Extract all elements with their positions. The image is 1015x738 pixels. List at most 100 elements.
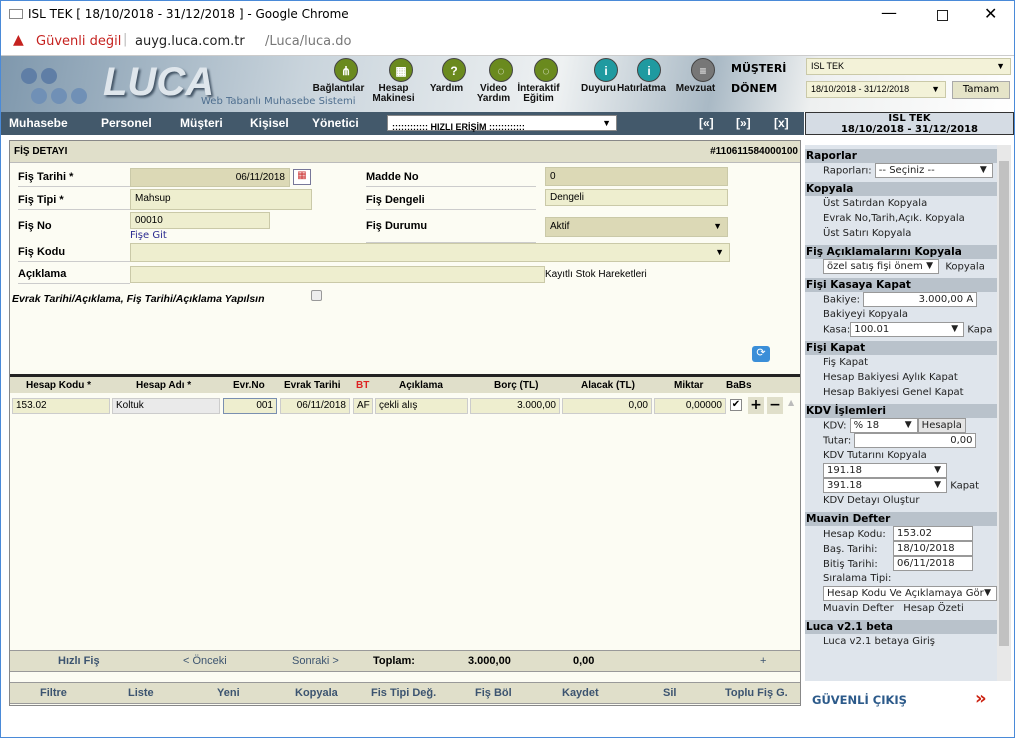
aciklama-cell[interactable]: çekli alış bbox=[375, 398, 468, 414]
raporlar-header: Raporlar bbox=[805, 149, 997, 163]
remove-row-icon[interactable]: − bbox=[767, 397, 783, 414]
donem-label: DÖNEM bbox=[731, 82, 778, 95]
hesapla-button[interactable]: Hesapla bbox=[917, 418, 966, 433]
panel-scrollbar[interactable] bbox=[997, 145, 1011, 681]
tutar-input[interactable]: 0,00 bbox=[854, 433, 977, 448]
toolbar-hatırlatma-button[interactable]: i Hatırlatma bbox=[617, 58, 669, 94]
donem-select[interactable]: 18/10/2018 - 31/12/2018 bbox=[806, 81, 946, 98]
hesap-kodu-cell[interactable]: 153.02 bbox=[12, 398, 110, 414]
share-icon: ⋔ bbox=[334, 58, 358, 82]
kayitli-stok-link[interactable]: Kayıtlı Stok Hareketleri bbox=[545, 269, 647, 280]
aciklama-input[interactable] bbox=[130, 266, 545, 283]
toolbar-i̇nteraktif-eğitim-button[interactable]: ◌ İnteraktif Eğitim bbox=[517, 58, 566, 104]
hesap-ozeti-link[interactable]: Hesap Özeti bbox=[903, 603, 964, 614]
kasa-select[interactable]: 100.01 bbox=[850, 322, 965, 337]
nav-yonetici[interactable]: Yönetici bbox=[312, 116, 359, 130]
kdv-select[interactable]: % 18 bbox=[849, 418, 918, 433]
close-icon[interactable]: ✕ bbox=[984, 4, 997, 23]
muavin-bitis-tarihi-input[interactable]: 06/11/2018 bbox=[893, 556, 973, 571]
sonraki-button[interactable]: Sonraki > bbox=[292, 655, 339, 667]
kdv-account-2-select[interactable]: 391.18 bbox=[823, 478, 947, 493]
fis-kodu-select[interactable] bbox=[130, 243, 730, 262]
quick-access-select[interactable]: :::::::::::: HIZLI ERİŞİM :::::::::::: bbox=[387, 115, 617, 132]
raporlar-select[interactable]: -- Seçiniz -- bbox=[874, 163, 993, 178]
bakiye-input[interactable]: 3.000,00 A bbox=[863, 292, 978, 307]
bakiye-kopyala[interactable]: Bakiyeyi Kopyala bbox=[805, 307, 997, 322]
aylik-kapat[interactable]: Hesap Bakiyesi Aylık Kapat bbox=[805, 370, 997, 385]
logout-arrow-icon[interactable]: » bbox=[975, 688, 987, 709]
fis-no-input[interactable]: 00010 bbox=[130, 212, 270, 229]
hesap-adi-cell[interactable]: Koltuk bbox=[112, 398, 220, 414]
musteri-select[interactable]: ISL TEK bbox=[806, 58, 1011, 75]
address-bar[interactable]: ▲ Güvenli değil | auyg.luca.com.tr /Luca… bbox=[1, 29, 1014, 56]
side-panel: Raporlar Raporları: -- Seçiniz -- Kopyal… bbox=[805, 145, 997, 681]
fise-git-link[interactable]: Fişe Git bbox=[130, 230, 167, 241]
chat-icon: ◌ bbox=[534, 58, 558, 82]
kdv-account-1-select[interactable]: 191.18 bbox=[823, 463, 947, 478]
action-toplu-fiş-g--button[interactable]: Toplu Fiş G. bbox=[725, 687, 788, 699]
muavin-bas-tarihi-input[interactable]: 18/10/2018 bbox=[893, 541, 973, 556]
kopyala-evrak[interactable]: Evrak No,Tarih,Açık. Kopyala bbox=[805, 211, 997, 226]
section-header: FİŞ DETAYI #110611584000100 bbox=[10, 141, 800, 163]
minimize-icon[interactable]: — bbox=[881, 3, 897, 22]
fis-number: #110611584000100 bbox=[710, 146, 798, 157]
close-tab-button[interactable]: [x] bbox=[774, 116, 789, 130]
aciklama-kopyala-button[interactable]: Kopyala bbox=[945, 262, 984, 273]
fis-tarihi-input[interactable]: 06/11/2018 bbox=[130, 168, 290, 187]
prev-button[interactable]: [«] bbox=[699, 116, 714, 130]
add-icon[interactable]: + bbox=[760, 655, 766, 667]
action-filtre-button[interactable]: Filtre bbox=[40, 687, 67, 699]
scroll-up-icon[interactable]: ▲ bbox=[788, 398, 794, 407]
kopyala-ust-satiri[interactable]: Üst Satırı Kopyala bbox=[805, 226, 997, 241]
next-button[interactable]: [»] bbox=[736, 116, 751, 130]
nav-kisisel[interactable]: Kişisel bbox=[250, 116, 289, 130]
kopyala-ust-satirdan[interactable]: Üst Satırdan Kopyala bbox=[805, 196, 997, 211]
kasa-header: Fişi Kasaya Kapat bbox=[805, 278, 997, 292]
kdv-kopyala[interactable]: KDV Tutarını Kopyala bbox=[805, 448, 997, 463]
action-yeni-button[interactable]: Yeni bbox=[217, 687, 240, 699]
nav-personel[interactable]: Personel bbox=[101, 116, 152, 130]
borc-cell[interactable]: 3.000,00 bbox=[470, 398, 560, 414]
beta-link[interactable]: Luca v2.1 betaya Giriş bbox=[805, 634, 997, 649]
kasa-kapat-button[interactable]: Kapa bbox=[967, 325, 992, 336]
miktar-cell[interactable]: 0,00000 bbox=[654, 398, 726, 414]
action-fis-tipi-değ--button[interactable]: Fis Tipi Değ. bbox=[371, 687, 436, 699]
evr-no-cell[interactable]: 001 bbox=[223, 398, 277, 414]
alacak-cell[interactable]: 0,00 bbox=[562, 398, 652, 414]
fis-kapat[interactable]: Fiş Kapat bbox=[805, 355, 997, 370]
nav-musteri[interactable]: Müşteri bbox=[180, 116, 223, 130]
logout-link[interactable]: GÜVENLİ ÇIKIŞ bbox=[812, 693, 907, 707]
action-kaydet-button[interactable]: Kaydet bbox=[562, 687, 599, 699]
toolbar-mevzuat-button[interactable]: ≡ Mevzuat bbox=[676, 58, 723, 94]
kdv-kapat-button[interactable]: Kapat bbox=[950, 481, 979, 492]
aciklama-select[interactable]: özel satış fişi önem bbox=[823, 259, 939, 274]
toolbar-hesap-makinesi-button[interactable]: ▦ Hesap Makinesi bbox=[372, 58, 421, 104]
tamam-button[interactable]: Tamam bbox=[952, 81, 1010, 99]
fis-kodu-label: Fiş Kodu bbox=[18, 246, 130, 262]
kdv-detay[interactable]: KDV Detayı Oluştur bbox=[805, 493, 997, 508]
company-period-box: ISL TEK 18/10/2018 - 31/12/2018 bbox=[805, 112, 1014, 135]
siralama-select[interactable]: Hesap Kodu Ve Açıklamaya Gör bbox=[823, 586, 997, 601]
toolbar-bağlantılar-button[interactable]: ⋔ Bağlantılar bbox=[313, 58, 366, 94]
evrak-tarihi-cell[interactable]: 06/11/2018 bbox=[280, 398, 350, 414]
fis-tipi-input[interactable]: Mahsup bbox=[130, 189, 312, 210]
action-fiş-böl-button[interactable]: Fiş Böl bbox=[475, 687, 512, 699]
muavin-defter-link[interactable]: Muavin Defter bbox=[823, 603, 894, 614]
action-liste-button[interactable]: Liste bbox=[128, 687, 154, 699]
genel-kapat[interactable]: Hesap Bakiyesi Genel Kapat bbox=[805, 385, 997, 400]
hizli-fis-button[interactable]: Hızlı Fiş bbox=[58, 655, 100, 667]
evrak-checkbox[interactable] bbox=[311, 290, 322, 301]
nav-muhasebe[interactable]: Muhasebe bbox=[9, 116, 68, 130]
fis-detail-panel: FİŞ DETAYI #110611584000100 Fiş Tarihi * … bbox=[9, 140, 801, 706]
babs-checkbox[interactable]: ✔ bbox=[730, 399, 742, 411]
calendar-icon[interactable]: ▦ bbox=[293, 169, 311, 185]
action-sil-button[interactable]: Sil bbox=[663, 687, 676, 699]
onceki-button[interactable]: < Önceki bbox=[183, 655, 227, 667]
maximize-icon[interactable] bbox=[937, 10, 948, 21]
bt-cell[interactable]: AF bbox=[353, 398, 373, 414]
add-row-icon[interactable]: + bbox=[748, 397, 764, 414]
refresh-icon[interactable]: ⟳ bbox=[752, 346, 770, 362]
muavin-hesap-kodu-input[interactable]: 153.02 bbox=[893, 526, 973, 541]
fis-durumu-select[interactable]: Aktif bbox=[545, 217, 728, 237]
action-kopyala-button[interactable]: Kopyala bbox=[295, 687, 338, 699]
